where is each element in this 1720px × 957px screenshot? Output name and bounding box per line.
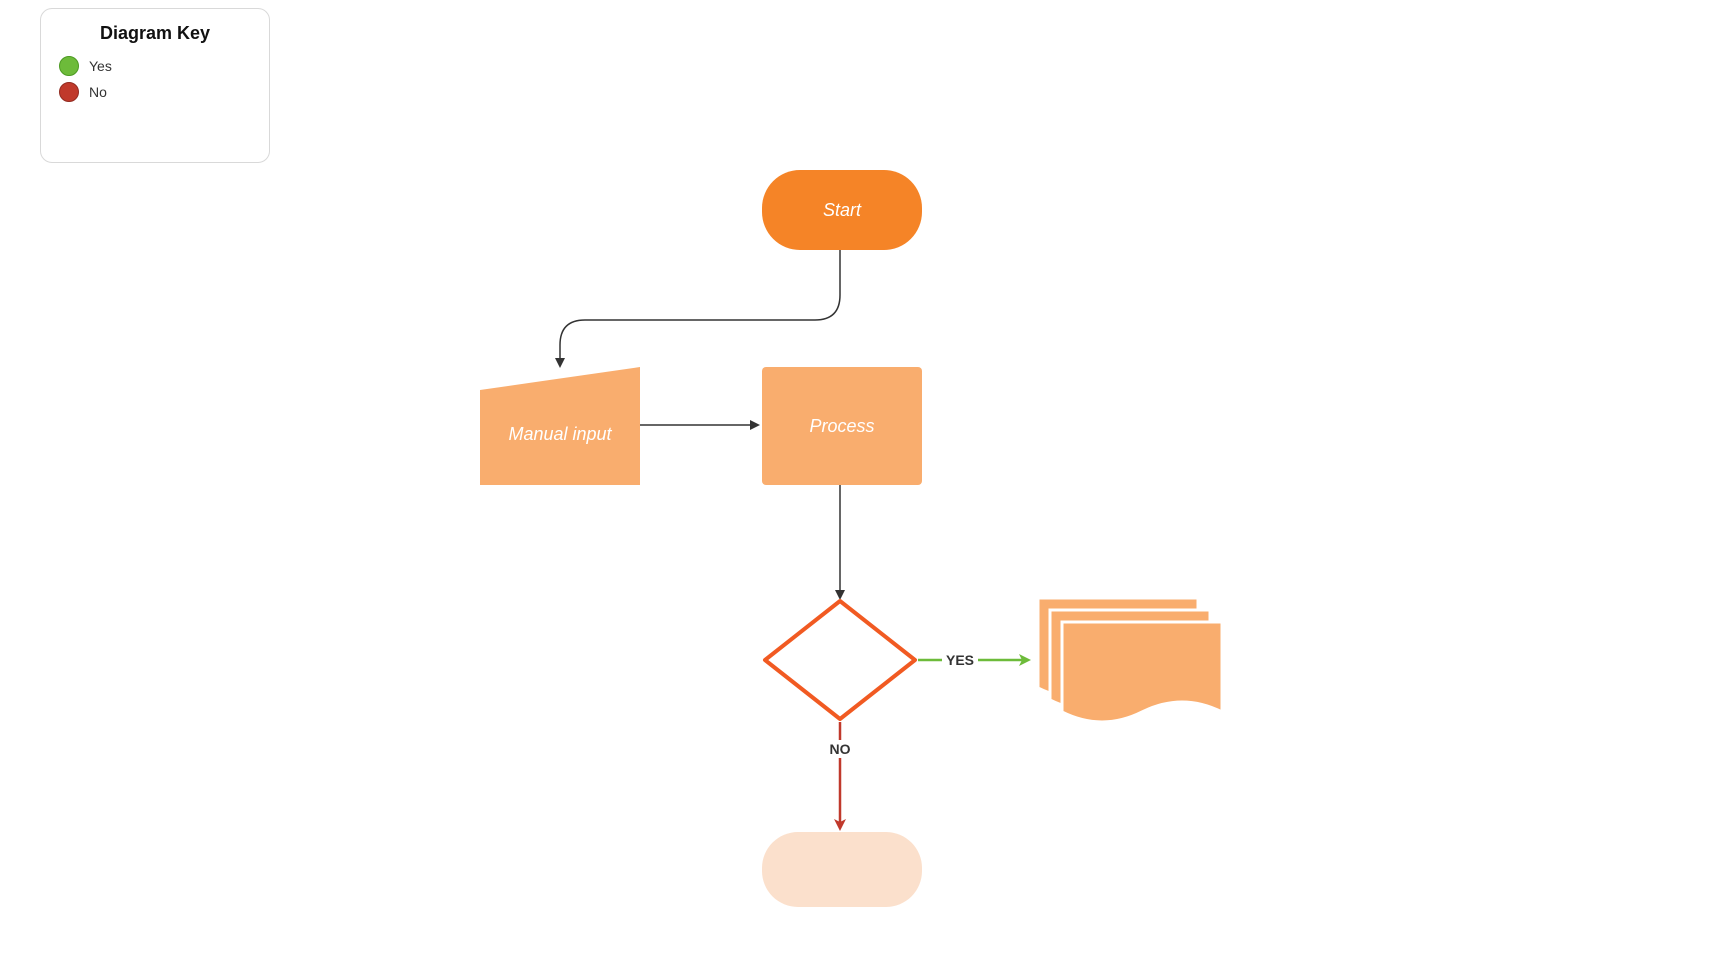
node-manual-input[interactable]: Manual input xyxy=(480,367,640,485)
edge-label-no-text: NO xyxy=(830,741,851,757)
node-end[interactable] xyxy=(762,832,922,907)
node-decision[interactable] xyxy=(765,601,915,719)
flowchart-svg: YES YES NO Start Manual input Process xyxy=(0,0,1720,957)
edge-start-to-manualinput xyxy=(560,250,840,366)
edge-label-yes-text: YES xyxy=(946,652,974,668)
diagram-canvas: Diagram Key Yes No xyxy=(0,0,1720,957)
node-multi-document[interactable] xyxy=(1038,598,1222,722)
node-start-label: Start xyxy=(823,200,862,220)
node-start[interactable]: Start xyxy=(762,170,922,250)
node-process-label: Process xyxy=(809,416,874,436)
node-process[interactable]: Process xyxy=(762,367,922,485)
node-manual-input-label: Manual input xyxy=(508,424,612,444)
